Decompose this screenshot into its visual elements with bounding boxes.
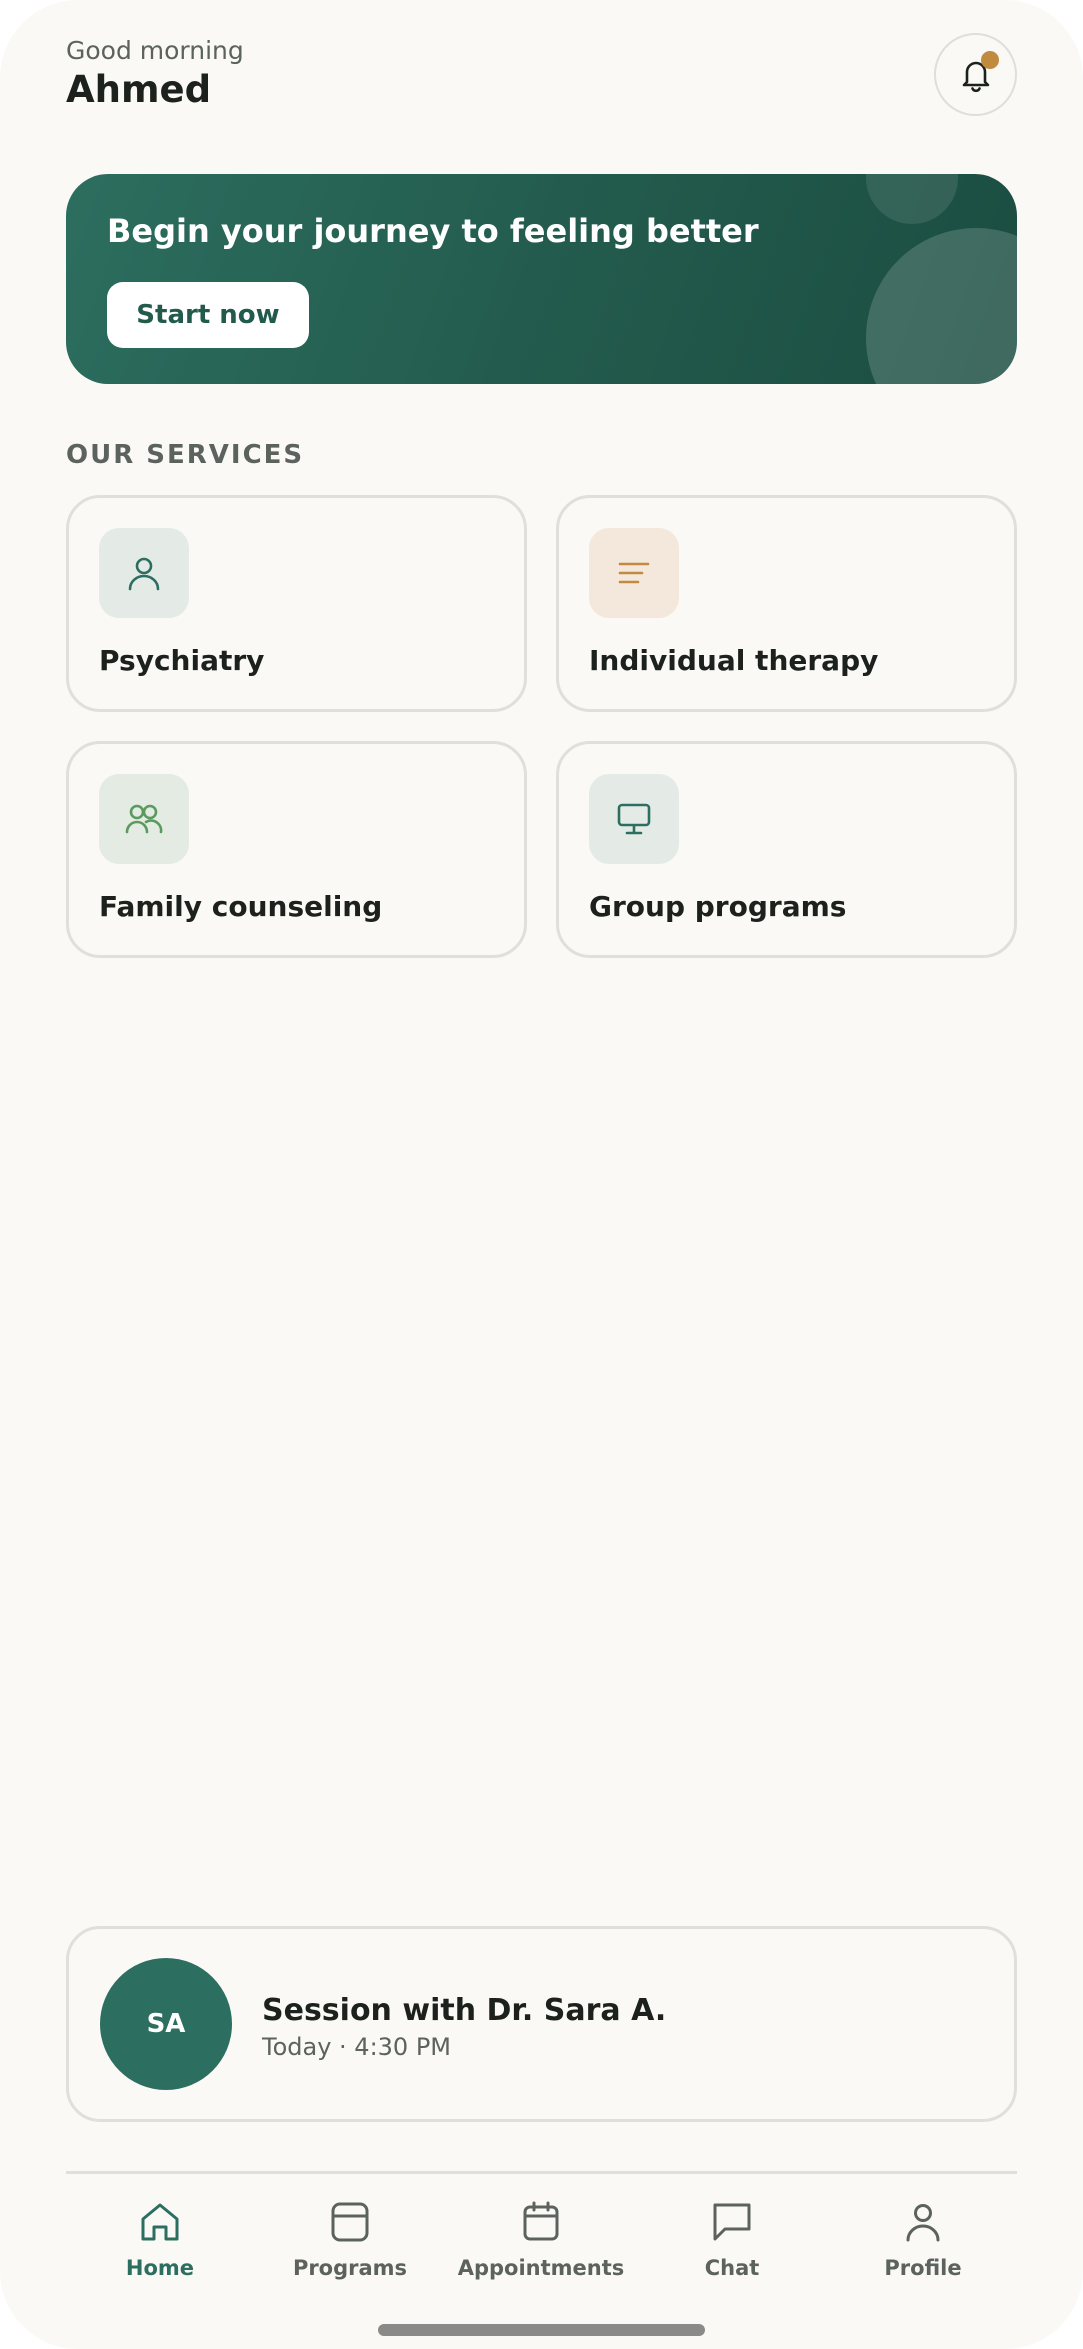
services-section-title: OUR SERVICES: [66, 440, 305, 470]
upcoming-session-card[interactable]: SA Session with Dr. Sara A. Today · 4:30…: [66, 1926, 1017, 2122]
nav-label: Home: [125, 2256, 195, 2280]
calendar-icon: [523, 2201, 559, 2241]
service-icon-container: [589, 774, 679, 864]
start-now-button[interactable]: Start now: [107, 282, 309, 348]
unread-badge: [981, 51, 999, 69]
service-card-individual-therapy[interactable]: Individual therapy: [556, 495, 1017, 712]
decorative-circle: [866, 228, 1017, 384]
service-label: Family counseling: [99, 890, 383, 923]
nav-item-profile[interactable]: Profile: [833, 2200, 1013, 2290]
service-icon-container: [99, 528, 189, 618]
service-card-psychiatry[interactable]: Psychiatry: [66, 495, 527, 712]
nav-item-programs[interactable]: Programs: [260, 2200, 440, 2290]
home-indicator[interactable]: [378, 2324, 705, 2336]
profile-icon: [906, 2204, 940, 2242]
hero-title: Begin your journey to feeling better: [107, 212, 759, 250]
nav-label: Chat: [704, 2256, 760, 2280]
session-time: Today · 4:30 PM: [262, 2033, 451, 2061]
nav-label: Programs: [292, 2256, 408, 2280]
nav-label: Profile: [884, 2256, 962, 2280]
greeting-text: Good morning: [66, 36, 244, 65]
notifications-button[interactable]: [934, 33, 1017, 116]
service-card-family-counseling[interactable]: Family counseling: [66, 741, 527, 958]
session-title: Session with Dr. Sara A.: [262, 1993, 667, 2028]
doctor-avatar: SA: [100, 1958, 232, 2090]
service-card-group-programs[interactable]: Group programs: [556, 741, 1017, 958]
service-label: Psychiatry: [99, 644, 265, 677]
people-icon: [125, 804, 163, 834]
monitor-icon: [617, 803, 651, 835]
user-name: Ahmed: [66, 68, 212, 111]
lines-icon: [618, 562, 650, 584]
programs-icon: [331, 2202, 369, 2242]
service-label: Individual therapy: [589, 644, 879, 677]
app-screen: Good morning Ahmed Begin your journey to…: [0, 0, 1083, 2349]
nav-item-appointments[interactable]: Appointments: [451, 2200, 631, 2290]
service-label: Group programs: [589, 890, 847, 923]
service-icon-container: [589, 528, 679, 618]
hero-banner: Begin your journey to feeling better Sta…: [66, 174, 1017, 384]
decorative-circle: [866, 174, 958, 224]
nav-label: Appointments: [457, 2256, 625, 2280]
nav-item-home[interactable]: Home: [70, 2200, 250, 2290]
home-icon: [141, 2203, 179, 2241]
person-icon: [128, 557, 160, 591]
service-icon-container: [99, 774, 189, 864]
chat-icon: [713, 2203, 751, 2241]
bottom-nav-divider: [66, 2171, 1017, 2174]
nav-item-chat[interactable]: Chat: [642, 2200, 822, 2290]
